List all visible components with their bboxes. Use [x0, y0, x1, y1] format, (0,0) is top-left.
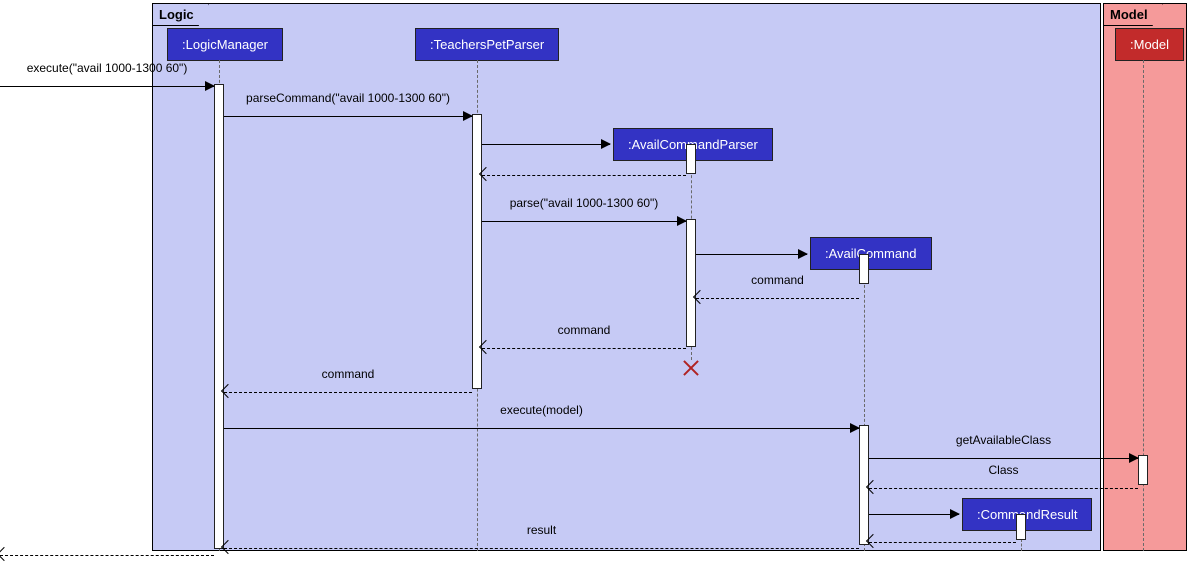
return-cmd2-msg: command [482, 340, 686, 358]
acp-activation-2 [686, 219, 696, 347]
return-cmd3-label: command [322, 367, 375, 381]
logic-frame-label: Logic [153, 4, 209, 26]
logic-manager-head: :LogicManager [167, 28, 283, 61]
return-class-msg: Class [869, 480, 1138, 498]
acp-destroy-icon [681, 358, 701, 378]
command-result-head: :CommandResult [962, 498, 1092, 531]
create-acp-msg [482, 136, 610, 154]
return-result-label: result [527, 523, 556, 537]
return-cmd1-label: command [751, 273, 804, 287]
create-cr-msg [869, 506, 959, 524]
logic-frame: Logic [152, 3, 1101, 551]
return-cmd2-label: command [558, 323, 611, 337]
return-result-msg: result [224, 540, 859, 558]
create-ac-msg [696, 246, 807, 264]
lm-activation [214, 84, 224, 549]
return-cmd3-msg: command [224, 384, 472, 402]
get-avail-class-label: getAvailableClass [956, 433, 1051, 447]
parsecommand-msg: parseCommand("avail 1000-1300 60") [224, 108, 472, 126]
exit-msg [0, 547, 214, 565]
return-cr-msg [869, 534, 1016, 552]
acp-activation-1 [686, 144, 696, 174]
execute-model-msg: execute(model) [224, 420, 859, 438]
entry-msg: execute("avail 1000-1300 60") [0, 78, 214, 96]
avail-command-head: :AvailCommand [810, 237, 932, 270]
return-class-label: Class [988, 463, 1018, 477]
parse-label: parse("avail 1000-1300 60") [510, 196, 659, 210]
model-head: :Model [1115, 28, 1184, 61]
parsecommand-label: parseCommand("avail 1000-1300 60") [246, 91, 450, 105]
execute-model-label: execute(model) [500, 403, 583, 417]
parse-msg: parse("avail 1000-1300 60") [482, 213, 686, 231]
teachers-pet-parser-head: :TeachersPetParser [415, 28, 559, 61]
ac-activation-1 [859, 254, 869, 284]
model-frame-label: Model [1104, 4, 1163, 26]
entry-msg-label: execute("avail 1000-1300 60") [27, 61, 188, 75]
model-activation [1138, 455, 1148, 485]
return-acp-msg [482, 167, 686, 185]
return-cmd1-msg: command [696, 290, 859, 308]
cr-activation [1016, 514, 1026, 540]
